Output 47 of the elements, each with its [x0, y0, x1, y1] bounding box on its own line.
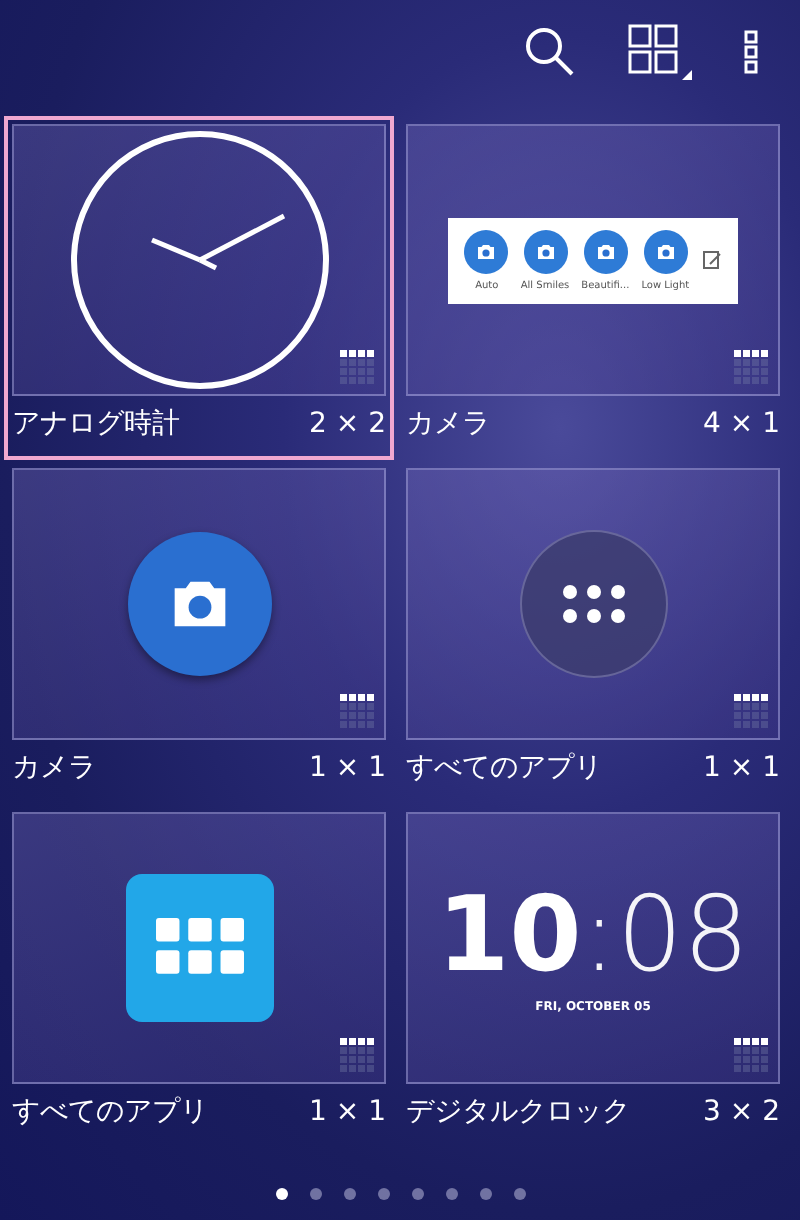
camera-mode-button[interactable]: [523, 229, 568, 273]
widget-name: すべてのアプリ: [406, 750, 602, 786]
widget-size: 3 × 2: [703, 1096, 780, 1128]
menu-icon[interactable]: [744, 30, 760, 74]
page-dot[interactable]: [479, 1188, 491, 1200]
widget-size: 2 × 2: [309, 408, 386, 440]
camera-icon: [653, 239, 678, 263]
edit-icon[interactable]: [701, 250, 722, 270]
search-icon[interactable]: [524, 26, 576, 78]
widget-size: 1 × 1: [309, 1096, 386, 1128]
apps-icon: [155, 918, 243, 978]
widget-tile[interactable]: すべてのアプリ 1 × 1: [4, 804, 394, 1148]
grid-size-icon: [340, 694, 376, 730]
apps-icon: [559, 582, 627, 626]
camera-icon: [533, 239, 558, 263]
grid-size-icon: [340, 350, 376, 386]
page-dot[interactable]: [513, 1188, 525, 1200]
widget-name: アナログ時計: [12, 406, 180, 442]
grid-view-icon[interactable]: [628, 24, 692, 80]
page-dot[interactable]: [377, 1188, 389, 1200]
widget-size: 4 × 1: [703, 408, 780, 440]
widget-size: 1 × 1: [309, 752, 386, 784]
clock-minute: :08: [581, 883, 750, 987]
page-dot[interactable]: [343, 1188, 355, 1200]
widget-name: カメラ: [406, 406, 490, 442]
camera-mode-button[interactable]: [464, 229, 509, 273]
grid-size-icon: [340, 1038, 376, 1074]
widget-name: カメラ: [12, 750, 96, 786]
camera-mode-button[interactable]: [583, 229, 628, 273]
widget-size: 1 × 1: [703, 752, 780, 784]
grid-size-icon: [734, 694, 770, 730]
camera-icon: [474, 239, 499, 263]
widget-tile[interactable]: アナログ時計 2 × 2: [4, 116, 394, 460]
grid-size-icon: [734, 1038, 770, 1074]
page-dot[interactable]: [411, 1188, 423, 1200]
widget-name: すべてのアプリ: [12, 1094, 208, 1130]
widget-name: デジタルクロック: [406, 1094, 630, 1130]
clock-hour: 10: [436, 883, 582, 987]
camera-button[interactable]: [127, 532, 271, 676]
page-dot[interactable]: [275, 1188, 287, 1200]
widget-tile[interactable]: カメラ 1 × 1: [4, 460, 394, 804]
camera-icon: [593, 239, 618, 263]
camera-mode-button[interactable]: [643, 229, 688, 273]
grid-size-icon: [734, 350, 770, 386]
page-dot[interactable]: [445, 1188, 457, 1200]
page-dot[interactable]: [309, 1188, 321, 1200]
widget-tile[interactable]: すべてのアプリ 1 × 1: [398, 460, 788, 804]
